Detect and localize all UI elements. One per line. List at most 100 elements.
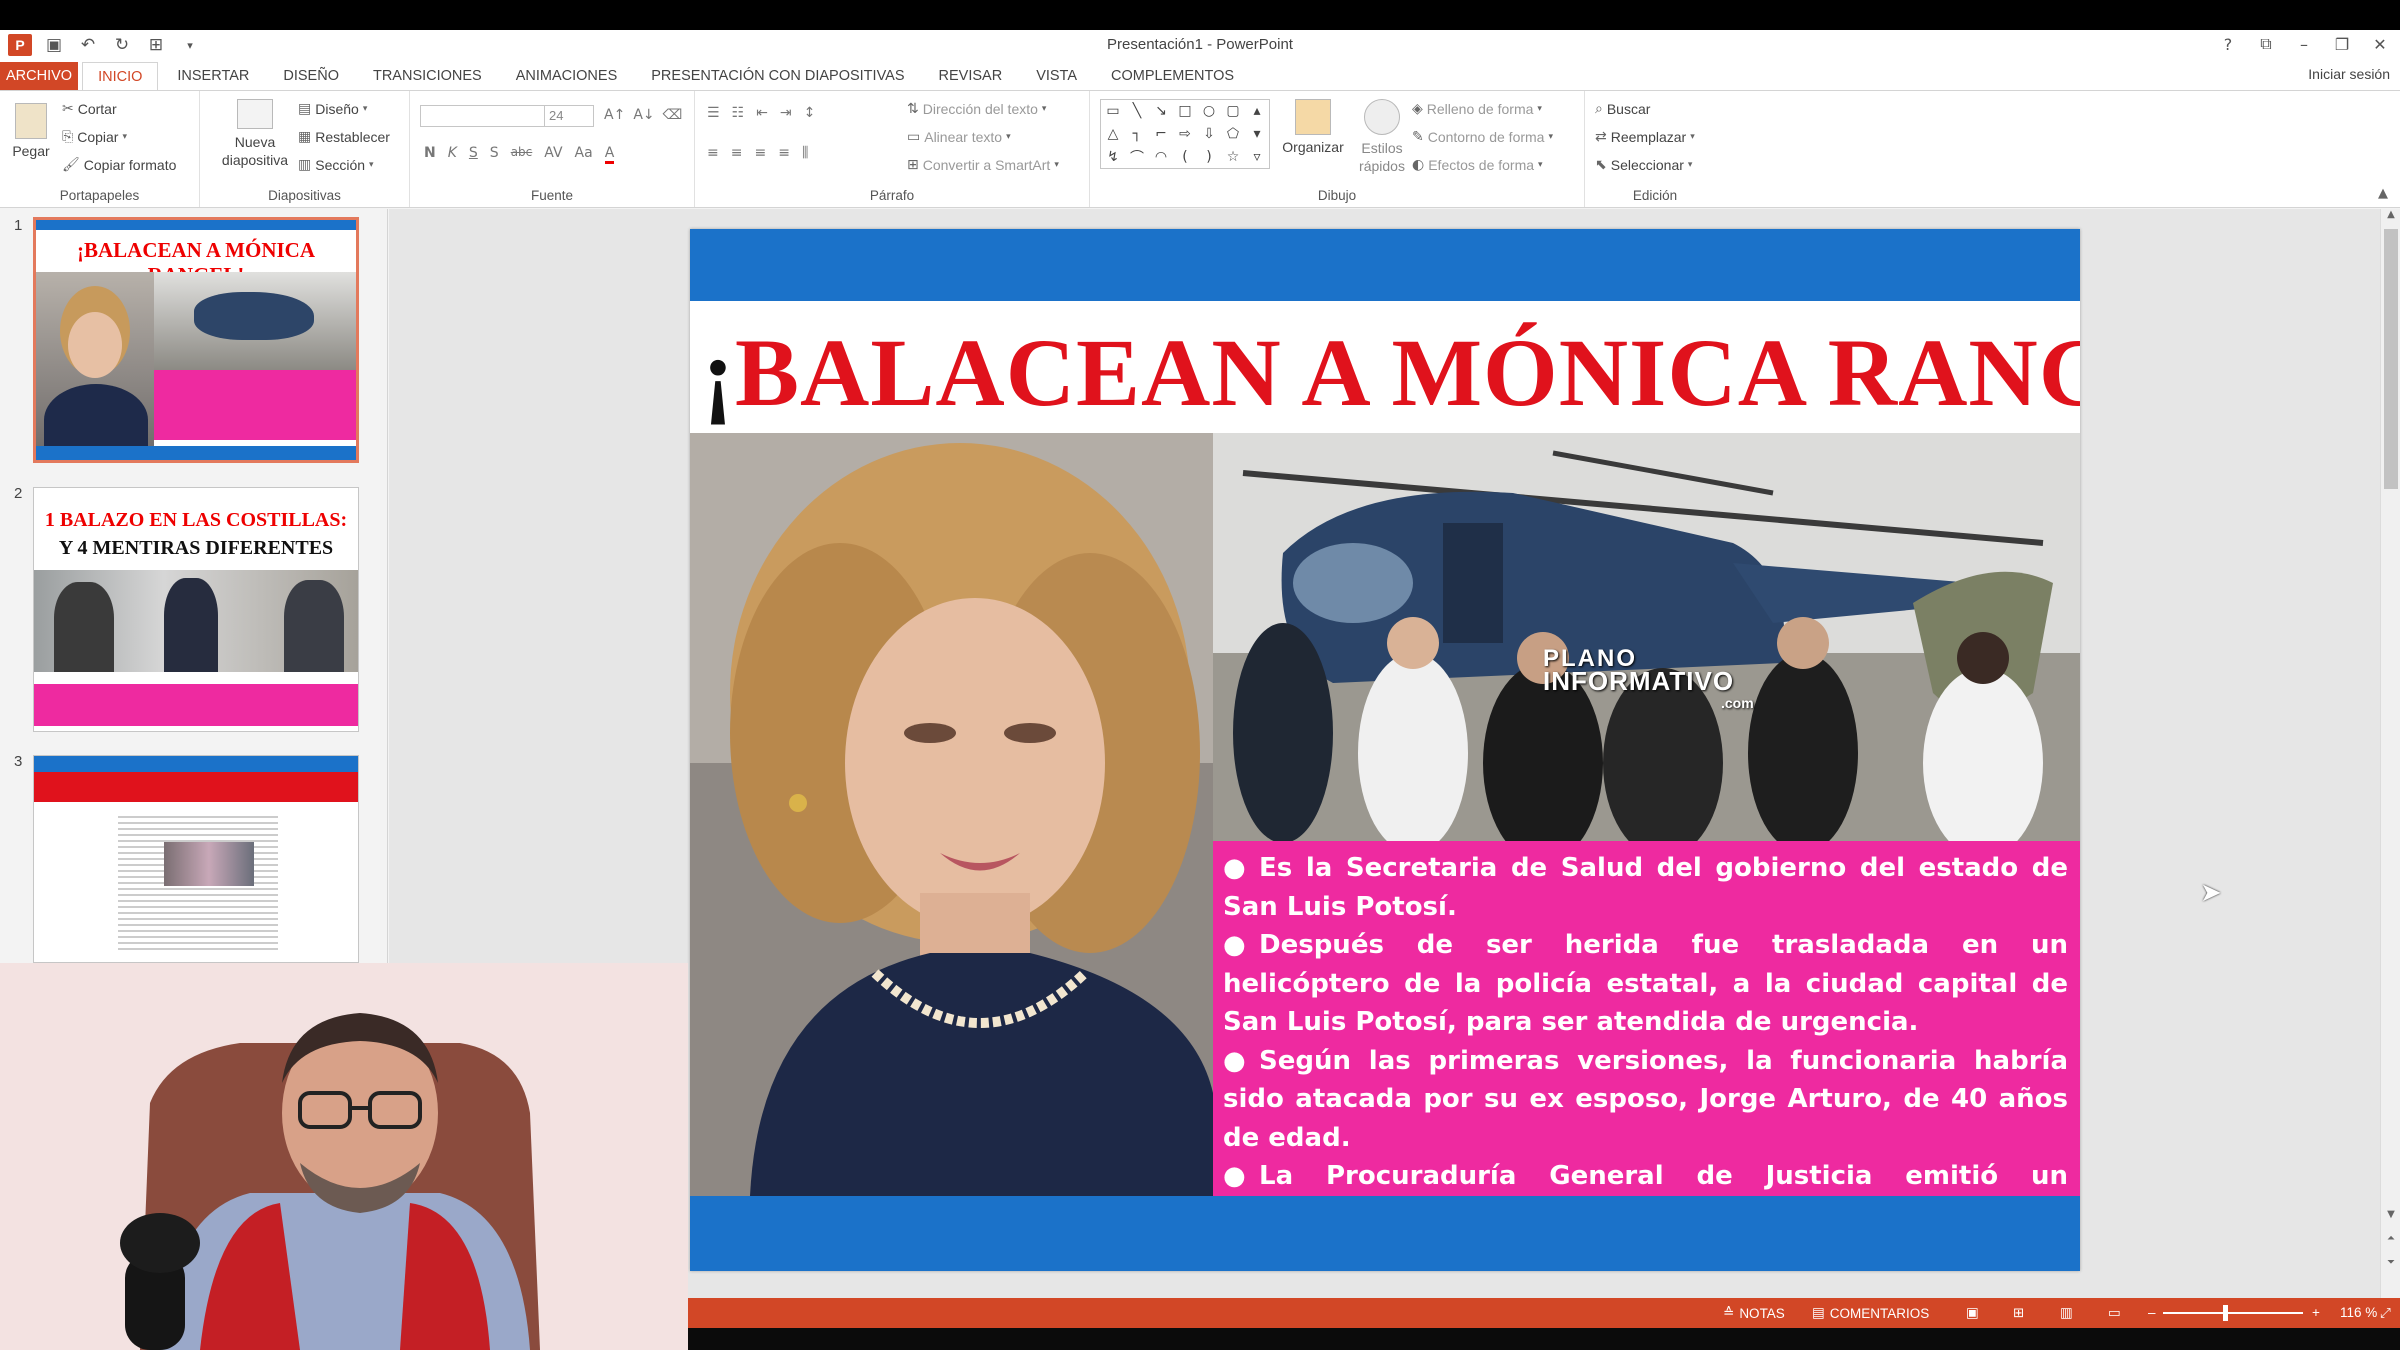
- restore-icon[interactable]: ❐: [2330, 32, 2354, 56]
- previous-slide-icon[interactable]: ⏶: [2381, 1233, 2400, 1251]
- notes-button[interactable]: ≙ NOTAS: [1723, 1305, 1785, 1321]
- decrease-indent-icon[interactable]: ⇤: [756, 105, 768, 121]
- scroll-up-icon[interactable]: ▲: [2381, 209, 2400, 227]
- tab-slideshow[interactable]: PRESENTACIÓN CON DIAPOSITIVAS: [636, 62, 919, 90]
- curve-shape-icon[interactable]: ⌒: [1130, 147, 1144, 167]
- right-arrow-shape-icon[interactable]: ⇨: [1179, 126, 1191, 142]
- arc-shape-icon[interactable]: ◠: [1155, 149, 1167, 165]
- photo-woman[interactable]: [690, 433, 1213, 1196]
- line-spacing-icon[interactable]: ↕: [804, 105, 816, 121]
- tab-file[interactable]: ARCHIVO: [0, 62, 79, 90]
- section-button[interactable]: ▥ Sección ▾: [298, 157, 374, 173]
- help-icon[interactable]: ?: [2216, 32, 2240, 56]
- shadow-button[interactable]: S: [490, 145, 499, 164]
- quick-styles-button[interactable]: Estilos rápidos: [1352, 99, 1412, 175]
- rounded-rect-shape-icon[interactable]: ▢: [1226, 103, 1239, 119]
- brace-left-shape-icon[interactable]: (: [1182, 149, 1187, 165]
- grow-font-icon[interactable]: A↑: [604, 107, 625, 123]
- shape-outline-button[interactable]: ✎ Contorno de forma ▾: [1412, 129, 1553, 145]
- layout-button[interactable]: ▤ Diseño ▾: [298, 101, 367, 117]
- numbering-icon[interactable]: ☷: [732, 105, 745, 121]
- arrange-button[interactable]: Organizar: [1278, 99, 1348, 155]
- rectangle-shape-icon[interactable]: □: [1178, 103, 1191, 119]
- shape-fill-button[interactable]: ◈ Relleno de forma ▾: [1412, 101, 1542, 117]
- slide-sorter-icon[interactable]: ⊞: [2013, 1305, 2024, 1321]
- tab-addins[interactable]: COMPLEMENTOS: [1096, 62, 1249, 90]
- tab-review[interactable]: REVISAR: [924, 62, 1018, 90]
- align-text-button[interactable]: ▭ Alinear texto ▾: [907, 129, 1011, 145]
- tab-home[interactable]: INICIO: [82, 62, 159, 90]
- arrow-line-shape-icon[interactable]: ↘: [1155, 103, 1167, 119]
- align-center-icon[interactable]: ≡: [731, 145, 743, 161]
- expand-gallery-icon[interactable]: ▿: [1253, 149, 1260, 165]
- next-slide-icon[interactable]: ⏷: [2381, 1257, 2400, 1275]
- sign-in-link[interactable]: Iniciar sesión: [2308, 66, 2390, 82]
- more-shapes-icon[interactable]: ▴: [1253, 103, 1260, 119]
- change-case-button[interactable]: Aa: [575, 145, 593, 164]
- slide-thumbnail-1[interactable]: ¡BALACEAN A MÓNICA RANGEL!: [33, 217, 359, 463]
- pentagon-shape-icon[interactable]: ⬠: [1227, 126, 1239, 142]
- connector-shape-icon[interactable]: ⌐: [1155, 126, 1167, 142]
- tab-animations[interactable]: ANIMACIONES: [501, 62, 633, 90]
- bullets-icon[interactable]: ☰: [707, 105, 720, 121]
- tab-insert[interactable]: INSERTAR: [162, 62, 264, 90]
- align-left-icon[interactable]: ≡: [707, 145, 719, 161]
- new-slide-button[interactable]: Nueva diapositiva: [220, 99, 290, 169]
- smartart-button[interactable]: ⊞ Convertir a SmartArt ▾: [907, 157, 1059, 173]
- oval-shape-icon[interactable]: ○: [1203, 103, 1215, 119]
- font-color-button[interactable]: A: [604, 145, 615, 164]
- reading-view-icon[interactable]: ▥: [2060, 1305, 2073, 1321]
- slide-thumbnail-2[interactable]: 1 BALAZO EN LAS COSTILLAS: Y 4 MENTIRAS …: [33, 487, 359, 732]
- star-shape-icon[interactable]: ☆: [1227, 149, 1240, 165]
- select-button[interactable]: ⬉ Seleccionar ▾: [1595, 157, 1692, 173]
- italic-button[interactable]: K: [448, 145, 457, 164]
- normal-view-icon[interactable]: ▣: [1966, 1305, 1979, 1321]
- tab-transitions[interactable]: TRANSICIONES: [358, 62, 497, 90]
- tab-design[interactable]: DISEÑO: [268, 62, 354, 90]
- bold-button[interactable]: N: [424, 145, 436, 164]
- scrollbar-thumb[interactable]: [2384, 229, 2398, 489]
- underline-button[interactable]: S: [469, 145, 478, 164]
- zoom-slider[interactable]: [2163, 1312, 2303, 1314]
- font-size-field[interactable]: 24: [544, 105, 594, 127]
- format-painter-button[interactable]: 🖌 Copiar formato: [62, 157, 176, 173]
- justify-icon[interactable]: ≡: [778, 145, 790, 161]
- reset-button[interactable]: ▦ Restablecer: [298, 129, 390, 145]
- vertical-scrollbar[interactable]: ▲ ▼ ⏶ ⏷: [2380, 209, 2400, 1298]
- paste-button[interactable]: Pegar: [8, 103, 54, 159]
- slideshow-icon[interactable]: ▭: [2108, 1305, 2121, 1321]
- textbox-shape-icon[interactable]: ▭: [1106, 103, 1119, 119]
- down-arrow-shape-icon[interactable]: ⇩: [1203, 126, 1215, 142]
- shape-effects-button[interactable]: ◐ Efectos de forma ▾: [1412, 157, 1543, 173]
- zoom-out-button[interactable]: –: [2148, 1305, 2156, 1320]
- ribbon-display-icon[interactable]: ⧉: [2254, 32, 2278, 56]
- brace-right-shape-icon[interactable]: ): [1206, 149, 1211, 165]
- scroll-shapes-icon[interactable]: ▾: [1253, 126, 1260, 142]
- close-icon[interactable]: ✕: [2368, 32, 2392, 56]
- text-direction-button[interactable]: ⇅ Dirección del texto ▾: [907, 101, 1046, 117]
- copy-button[interactable]: ⎘ Copiar ▾: [62, 129, 127, 145]
- shrink-font-icon[interactable]: A↓: [633, 107, 654, 123]
- elbow-shape-icon[interactable]: ┐: [1133, 126, 1141, 142]
- current-slide[interactable]: ¡BALACEAN A MÓNICA RANGEL!: [690, 229, 2080, 1271]
- cut-button[interactable]: ✂ Cortar: [62, 101, 117, 117]
- fit-slide-icon[interactable]: ⤢: [2380, 1305, 2391, 1321]
- collapse-ribbon-icon[interactable]: ▲: [2378, 186, 2388, 201]
- photo-helicopter[interactable]: PLANO INFORMATIVO .com: [1213, 433, 2080, 841]
- slide-thumbnail-3[interactable]: [33, 755, 359, 963]
- align-right-icon[interactable]: ≡: [754, 145, 766, 161]
- line-shape-icon[interactable]: ╲: [1133, 103, 1141, 119]
- find-button[interactable]: ⌕ Buscar: [1595, 101, 1650, 117]
- columns-icon[interactable]: ⫼: [802, 145, 808, 161]
- zoom-in-button[interactable]: +: [2312, 1305, 2320, 1320]
- strikethrough-button[interactable]: abc: [511, 145, 533, 164]
- scroll-down-icon[interactable]: ▼: [2381, 1209, 2400, 1227]
- zoom-level[interactable]: 116 %: [2340, 1305, 2377, 1320]
- clear-format-icon[interactable]: ⌫: [663, 107, 683, 123]
- triangle-shape-icon[interactable]: △: [1108, 126, 1119, 142]
- spacing-button[interactable]: AV: [544, 145, 562, 164]
- freeform-shape-icon[interactable]: ↯: [1107, 149, 1119, 165]
- replace-button[interactable]: ⇄ Reemplazar ▾: [1595, 129, 1695, 145]
- increase-indent-icon[interactable]: ⇥: [780, 105, 792, 121]
- comments-button[interactable]: ▤ COMENTARIOS: [1812, 1305, 1929, 1321]
